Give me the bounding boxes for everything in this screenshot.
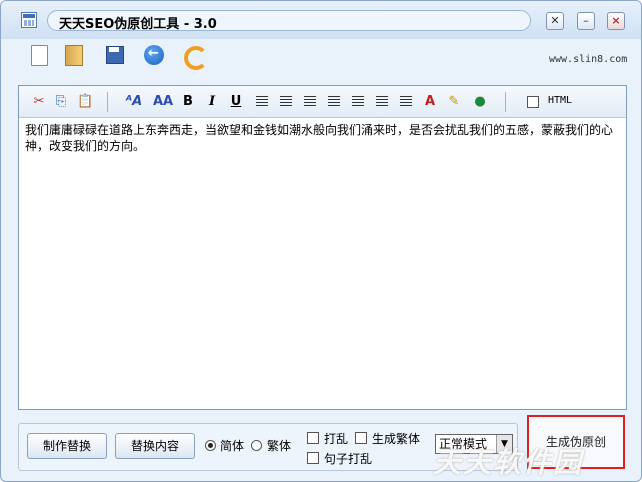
font-style-icon[interactable]: ᴬA xyxy=(123,93,145,111)
main-toolbar: ← www.slin8.com xyxy=(1,39,641,75)
close-icon: × xyxy=(611,14,621,27)
new-document-icon[interactable] xyxy=(27,43,51,67)
shuffle-checkbox[interactable] xyxy=(307,432,319,444)
toolbar-separator xyxy=(107,92,108,112)
indent-icon[interactable] xyxy=(400,96,412,108)
shuffle-label: 打乱 xyxy=(324,432,349,446)
align-left-icon[interactable] xyxy=(256,96,268,108)
ordered-list-icon[interactable] xyxy=(328,96,340,108)
sentence-shuffle-label: 句子打乱 xyxy=(324,452,373,466)
open-folder-icon[interactable] xyxy=(61,43,85,67)
cut-icon[interactable]: ✂ xyxy=(31,93,47,111)
simplified-radio[interactable] xyxy=(205,440,216,451)
settings-button[interactable]: ✕ xyxy=(546,12,564,30)
gen-traditional-label: 生成繁体 xyxy=(372,432,421,446)
align-right-icon[interactable] xyxy=(304,96,316,108)
site-url: www.slin8.com xyxy=(549,54,628,65)
bold-button[interactable]: B xyxy=(181,93,195,111)
insert-link-globe-icon[interactable]: ● xyxy=(471,93,489,111)
wrench-icon: ✕ xyxy=(550,14,560,27)
gen-traditional-checkbox[interactable] xyxy=(355,432,367,444)
underline-button[interactable]: U xyxy=(229,93,243,111)
font-size-icon[interactable]: AA xyxy=(153,93,173,111)
replace-content-button[interactable]: 替换内容 xyxy=(115,433,195,459)
editor-toolbar: ✂ ⎘ 📋 ᴬA AA B I U A ✎ ● HTML xyxy=(19,86,626,118)
save-disk-icon[interactable] xyxy=(102,43,126,67)
html-label: HTML xyxy=(548,95,573,106)
back-arrow-icon[interactable]: ← xyxy=(142,43,166,67)
highlight-color-icon[interactable]: ✎ xyxy=(445,93,463,111)
minimize-button[interactable]: – xyxy=(577,12,595,30)
editor-textarea[interactable]: 我们庸庸碌碌在道路上东奔西走，当欲望和金钱如潮水般向我们涌来时，是否会扰乱我们的… xyxy=(25,122,620,154)
copy-icon[interactable]: ⎘ xyxy=(53,93,69,111)
italic-button[interactable]: I xyxy=(205,93,219,111)
close-button[interactable]: × xyxy=(607,12,625,30)
font-color-icon[interactable]: A xyxy=(421,93,439,111)
traditional-label: 繁体 xyxy=(267,439,292,453)
html-checkbox[interactable] xyxy=(527,96,539,108)
editor-frame: ✂ ⎘ 📋 ᴬA AA B I U A ✎ ● HTML 我们庸庸碌碌在道路上东… xyxy=(18,85,627,410)
app-icon xyxy=(21,12,37,28)
watermark-logo: 天天软件园 xyxy=(433,446,584,479)
title-bar[interactable]: 天天SEO伪原创工具 - 3.0 ✕ – × xyxy=(1,1,641,39)
toolbar-separator xyxy=(505,92,506,112)
sentence-shuffle-checkbox[interactable] xyxy=(307,452,319,464)
minimize-icon: – xyxy=(583,14,589,27)
unordered-list-icon[interactable] xyxy=(352,96,364,108)
refresh-icon[interactable] xyxy=(181,43,208,70)
paste-icon[interactable]: 📋 xyxy=(77,93,93,111)
outdent-icon[interactable] xyxy=(376,96,388,108)
align-center-icon[interactable] xyxy=(280,96,292,108)
make-replace-button[interactable]: 制作替换 xyxy=(27,433,107,459)
traditional-radio[interactable] xyxy=(251,440,262,451)
app-window: 天天SEO伪原创工具 - 3.0 ✕ – × ← www.slin8.com ✂… xyxy=(0,0,642,482)
window-title: 天天SEO伪原创工具 - 3.0 xyxy=(59,17,217,32)
simplified-label: 简体 xyxy=(220,439,245,453)
